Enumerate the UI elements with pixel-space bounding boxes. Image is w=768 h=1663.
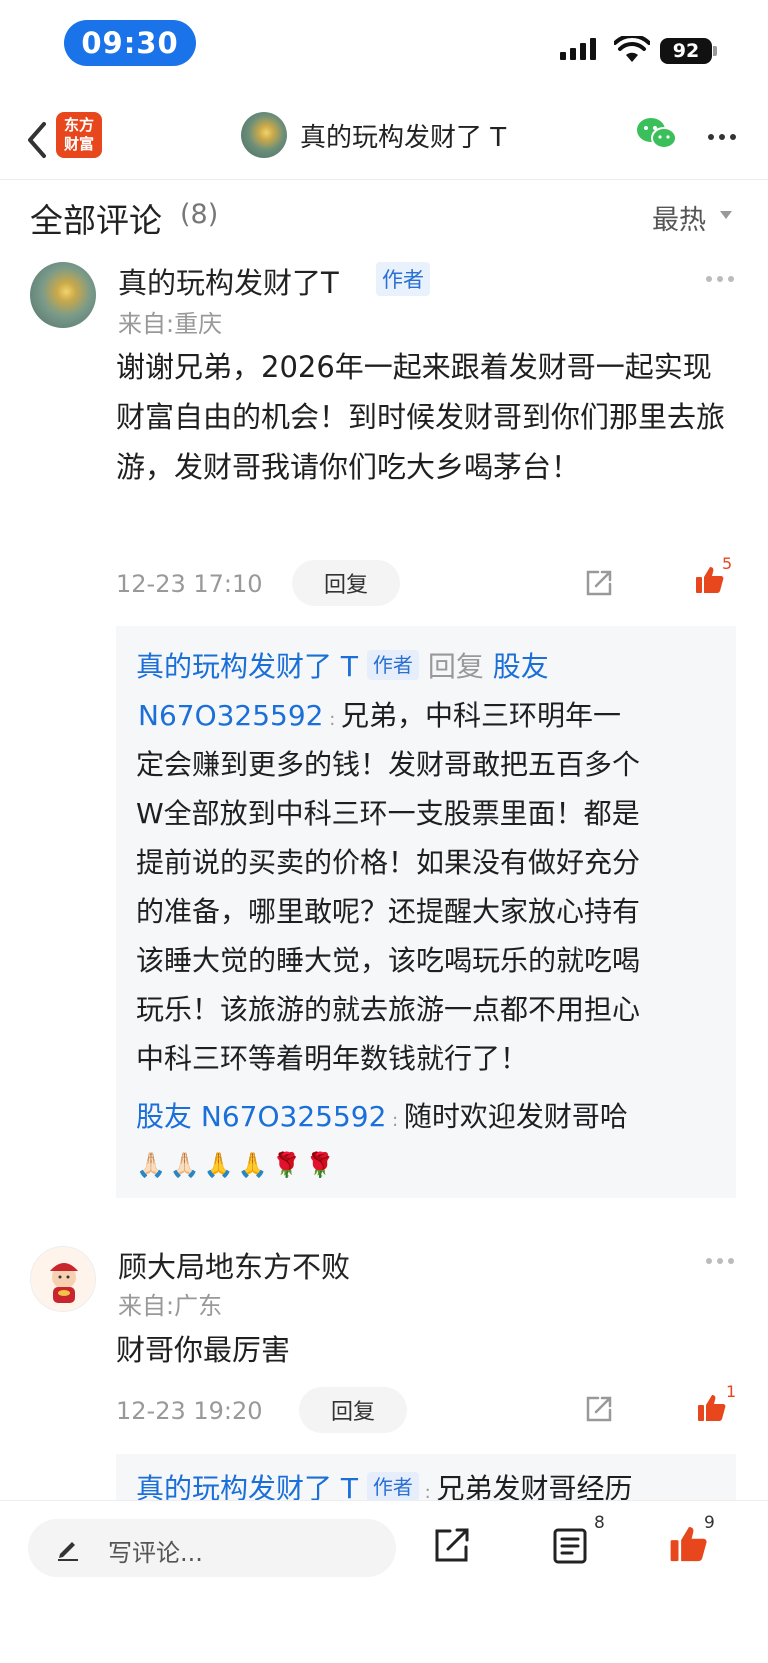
reply-text-line: 该睡大觉的睡大觉，该吃喝玩乐的就吃喝 (136, 944, 641, 977)
reply-text-line: 的准备，哪里敢呢？还提醒大家放心持有 (136, 895, 641, 928)
reply-text-line: 玩乐！该旅游的就去旅游一点都不用担心 (136, 993, 641, 1026)
reply-target-id[interactable]: N67O325592 (138, 699, 324, 732)
comment-username[interactable]: 真的玩构发财了T (118, 260, 339, 302)
comments-list-icon[interactable] (552, 1527, 588, 1565)
cellular-signal-icon (560, 38, 596, 60)
reply-target[interactable]: 股友 (493, 650, 549, 683)
reply-text-line: 中科三环等着明年数钱就行了！ (136, 1042, 529, 1075)
back-arrow-icon[interactable] (18, 118, 58, 162)
reply-word: 回复 (427, 650, 484, 683)
share-icon[interactable] (584, 568, 614, 598)
status-bar: 09:30 92 (0, 0, 768, 92)
comment-location: 来自:重庆 (118, 310, 223, 338)
reply-text-line: W全部放到中科三环一支股票里面！都是 (136, 797, 640, 830)
comment-more-icon[interactable] (706, 276, 734, 282)
reply-username[interactable]: 真的玩构发财了 T (136, 650, 358, 683)
replies-box: 真的玩构发财了 T 作者 回复 股友 N67O325592 : 兄弟，中科三环明… (116, 626, 736, 1198)
wechat-share-icon[interactable] (636, 116, 678, 152)
battery-indicator: 92 (660, 38, 712, 64)
comment-placeholder: 写评论... (108, 1539, 203, 1567)
comment-text: 谢谢兄弟，2026年一起来跟着发财哥一起实现财富自由的机会！到时候发财哥到你们那… (116, 350, 726, 484)
comment-more-icon[interactable] (706, 1258, 734, 1264)
battery-tip (713, 46, 717, 56)
share-icon[interactable] (432, 1525, 472, 1565)
reply-button[interactable]: 回复 (292, 560, 400, 606)
comment-count-badge: 8 (594, 1513, 605, 1533)
reply-emoji: 🙏🏻🙏🏻🙏🙏🌹🌹 (136, 1151, 340, 1179)
status-time: 09:30 (64, 20, 196, 66)
like-count: 5 (722, 554, 733, 573)
comment-username[interactable]: 顾大局地东方不败 (118, 1244, 350, 1286)
reply-text: 兄弟发财哥经历 (436, 1472, 633, 1500)
thumbs-up-icon[interactable] (696, 1392, 728, 1424)
reply-item[interactable]: 股友 N67O325592 : 随时欢迎发财哥哈 (136, 1094, 726, 1144)
reply-button[interactable]: 回复 (299, 1387, 407, 1433)
wifi-icon (614, 36, 650, 62)
reply-text: 随时欢迎发财哥哈 (403, 1100, 628, 1133)
author-avatar[interactable] (241, 112, 287, 158)
reply-text-line: 定会赚到更多的钱！发财哥敢把五百多个 (136, 748, 641, 781)
reply-item-line: N67O325592 : 兄弟，中科三环明年一 (138, 699, 622, 732)
cartoon-avatar-icon (50, 1263, 78, 1303)
page-title[interactable]: 真的玩构发财了 T (300, 117, 506, 154)
reply-username[interactable]: 股友 N67O325592 (136, 1100, 386, 1133)
author-badge: 作者 (366, 1472, 419, 1500)
reply-item[interactable]: 真的玩构发财了 T 作者 : 兄弟发财哥经历 (136, 1466, 726, 1500)
sort-selector[interactable]: 最热 (652, 198, 706, 237)
comment-avatar[interactable] (30, 262, 96, 328)
comment-text: 财哥你最厉害 (116, 1333, 291, 1367)
author-badge: 作者 (376, 262, 430, 296)
bottom-action-bar: 写评论... 8 9 (0, 1500, 768, 1663)
replies-box: 真的玩构发财了 T 作者 : 兄弟发财哥经历 (116, 1454, 736, 1500)
comment-input[interactable]: 写评论... (28, 1519, 396, 1577)
comment-timestamp: 12-23 19:20 (116, 1397, 263, 1425)
like-count: 1 (726, 1382, 737, 1401)
comment-timestamp: 12-23 17:10 (116, 570, 263, 598)
pen-icon (58, 1542, 78, 1561)
top-nav-bar: 东方 财富 真的玩构发财了 T (0, 100, 768, 180)
comments-count: (8) (180, 199, 219, 230)
comment-location: 来自:广东 (118, 1292, 223, 1320)
like-count-badge: 9 (704, 1513, 715, 1533)
reply-text-line: 提前说的买卖的价格！如果没有做好充分 (136, 846, 641, 879)
reply-item[interactable]: 真的玩构发财了 T 作者 回复 股友 (136, 644, 726, 690)
share-icon[interactable] (584, 1394, 614, 1424)
caret-down-icon[interactable] (720, 211, 732, 219)
reply-username[interactable]: 真的玩构发财了 T (136, 1472, 358, 1500)
app-logo[interactable]: 东方 财富 (56, 112, 102, 158)
more-options-icon[interactable] (708, 134, 736, 140)
comment-avatar[interactable] (30, 1246, 96, 1312)
comments-heading: 全部评论 (30, 201, 162, 240)
reply-text: 兄弟，中科三环明年一 (341, 699, 622, 732)
author-badge: 作者 (366, 650, 419, 680)
